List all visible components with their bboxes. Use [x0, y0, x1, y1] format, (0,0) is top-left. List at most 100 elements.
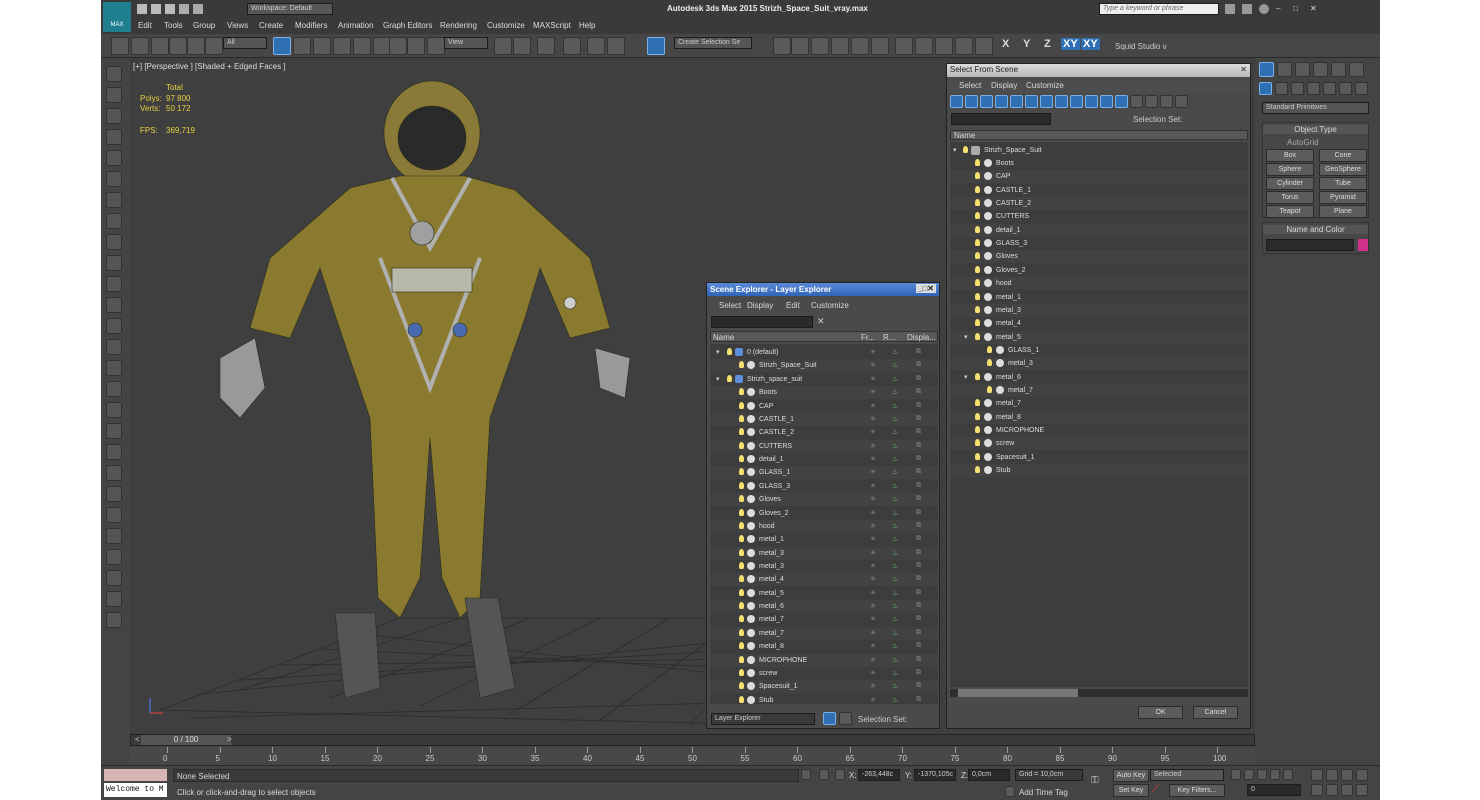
- visibility-bulb-icon[interactable]: [739, 414, 744, 422]
- visibility-bulb-icon[interactable]: [739, 695, 744, 703]
- object-row[interactable]: CASTLE_1 ✳ ♨ ⧉: [710, 412, 938, 426]
- toolbar-tool-6-icon[interactable]: [273, 37, 291, 55]
- display-toggle-icon[interactable]: ⧉: [916, 388, 921, 396]
- freeze-toggle-icon[interactable]: ✳: [870, 428, 876, 436]
- visibility-bulb-icon[interactable]: [975, 305, 980, 313]
- key-filters-button[interactable]: Key Filters...: [1169, 784, 1225, 797]
- render-toggle-icon[interactable]: ♨: [892, 428, 898, 436]
- toolbar-tool-17-icon[interactable]: [537, 37, 555, 55]
- menu-group[interactable]: Group: [193, 21, 215, 30]
- primitive-plane-button[interactable]: Plane: [1319, 205, 1367, 218]
- time-slider-thumb[interactable]: 0 / 100: [141, 735, 231, 745]
- visibility-bulb-icon[interactable]: [975, 159, 980, 166]
- toolbar-tool-1-icon[interactable]: [131, 37, 149, 55]
- lock-selection-icon[interactable]: [819, 769, 829, 780]
- freeze-toggle-icon[interactable]: ✳: [870, 615, 876, 623]
- menu-customize[interactable]: Customize: [487, 21, 525, 30]
- set-key-icon[interactable]: ⟋: [1152, 784, 1159, 795]
- freeze-toggle-icon[interactable]: ✳: [870, 482, 876, 490]
- layer-row[interactable]: ▾ 0 (default) ✳ ♨ ⧉: [710, 346, 938, 359]
- select-tree-row[interactable]: CASTLE_2: [950, 197, 1248, 211]
- visibility-bulb-icon[interactable]: [963, 146, 968, 153]
- scene-tool-23-icon[interactable]: [106, 549, 122, 565]
- toolbar-tool-8-icon[interactable]: [313, 37, 331, 55]
- menu-rendering[interactable]: Rendering: [440, 21, 477, 30]
- toolbar-tool-16-icon[interactable]: [513, 37, 531, 55]
- name-color-title[interactable]: Name and Color: [1263, 225, 1368, 234]
- current-frame-field[interactable]: 0: [1247, 784, 1301, 796]
- isolate-icon[interactable]: [801, 769, 811, 780]
- render-toggle-icon[interactable]: ♨: [892, 629, 898, 637]
- visibility-bulb-icon[interactable]: [727, 374, 732, 382]
- scene-menu-display[interactable]: Display: [747, 301, 773, 310]
- freeze-toggle-icon[interactable]: ✳: [870, 455, 876, 463]
- scene-tool-1-icon[interactable]: [106, 87, 122, 103]
- nav-tool-4-icon[interactable]: [1311, 784, 1323, 796]
- binoculars-icon[interactable]: [1225, 4, 1235, 14]
- display-toggle-icon[interactable]: ⧉: [916, 602, 921, 610]
- toolbar-tool-23-icon[interactable]: [791, 37, 809, 55]
- visibility-bulb-icon[interactable]: [975, 212, 980, 220]
- close-icon[interactable]: ✕: [1240, 65, 1247, 74]
- scene-tool-26-icon[interactable]: [106, 612, 122, 628]
- freeze-toggle-icon[interactable]: ✳: [870, 415, 876, 423]
- display-toggle-icon[interactable]: ⧉: [916, 615, 921, 623]
- visibility-bulb-icon[interactable]: [975, 279, 980, 287]
- object-row[interactable]: metal_7 ✳ ♨ ⧉: [710, 613, 938, 627]
- column-header-name[interactable]: Name: [713, 333, 734, 342]
- scene-tool-18-icon[interactable]: [106, 444, 122, 460]
- expand-icon[interactable]: ▾: [964, 373, 968, 381]
- select-tree-row[interactable]: Gloves: [950, 250, 1248, 264]
- select-filter-1-icon[interactable]: [965, 95, 978, 108]
- cancel-button[interactable]: Cancel: [1193, 706, 1238, 719]
- object-row[interactable]: hood ✳ ♨ ⧉: [710, 519, 938, 533]
- visibility-bulb-icon[interactable]: [975, 185, 980, 193]
- select-filter-14-icon[interactable]: [1160, 95, 1173, 108]
- visibility-bulb-icon[interactable]: [975, 225, 980, 233]
- menu-tools[interactable]: Tools: [164, 21, 183, 30]
- object-row[interactable]: CASTLE_2 ✳ ♨ ⧉: [710, 426, 938, 440]
- create-category-2-icon[interactable]: [1291, 82, 1304, 95]
- display-toggle-icon[interactable]: ⧉: [916, 589, 921, 597]
- render-toggle-icon[interactable]: ♨: [892, 549, 898, 557]
- select-tree-row[interactable]: screw: [950, 437, 1248, 451]
- display-toggle-icon[interactable]: ⧉: [916, 428, 921, 436]
- display-toggle-icon[interactable]: ⧉: [916, 696, 921, 704]
- select-filter-4-icon[interactable]: [1010, 95, 1023, 108]
- visibility-bulb-icon[interactable]: [739, 495, 744, 503]
- star-icon[interactable]: [1242, 4, 1252, 14]
- display-toggle-icon[interactable]: ⧉: [916, 522, 921, 530]
- render-toggle-icon[interactable]: ♨: [892, 656, 898, 664]
- freeze-toggle-icon[interactable]: ✳: [870, 575, 876, 583]
- object-row[interactable]: MICROPHONE ✳ ♨ ⧉: [710, 653, 938, 667]
- object-row[interactable]: metal_5 ✳ ♨ ⧉: [710, 586, 938, 600]
- scene-menu-edit[interactable]: Edit: [786, 301, 800, 310]
- axis-constraint-y[interactable]: Y: [1021, 38, 1032, 50]
- visibility-bulb-icon[interactable]: [975, 452, 980, 460]
- nav-tool-1-icon[interactable]: [1326, 769, 1338, 781]
- toolbar-tool-2-icon[interactable]: [151, 37, 169, 55]
- visibility-bulb-icon[interactable]: [975, 332, 980, 340]
- visibility-bulb-icon[interactable]: [739, 655, 744, 663]
- toolbar-tool-14-icon[interactable]: [427, 37, 445, 55]
- create-category-1-icon[interactable]: [1275, 82, 1288, 95]
- scene-tool-15-icon[interactable]: [106, 381, 122, 397]
- minimize-icon[interactable]: –: [1276, 4, 1286, 14]
- render-toggle-icon[interactable]: ♨: [892, 455, 898, 463]
- visibility-bulb-icon[interactable]: [975, 399, 980, 407]
- select-tree-row[interactable]: CUTTERS: [950, 210, 1248, 224]
- select-filter-9-icon[interactable]: [1085, 95, 1098, 108]
- scene-tool-24-icon[interactable]: [106, 570, 122, 586]
- x-coord-field[interactable]: -263,448c: [858, 769, 900, 781]
- freeze-toggle-icon[interactable]: ✳: [870, 696, 876, 704]
- visibility-bulb-icon[interactable]: [739, 508, 744, 516]
- visibility-bulb-icon[interactable]: [739, 682, 744, 690]
- autogrid-checkbox[interactable]: AutoGrid: [1287, 138, 1319, 147]
- select-filter-2-icon[interactable]: [980, 95, 993, 108]
- command-tab-create-icon[interactable]: [1259, 62, 1274, 77]
- render-toggle-icon[interactable]: ♨: [892, 575, 898, 583]
- display-toggle-icon[interactable]: ⧉: [916, 495, 921, 503]
- menu-maxscript[interactable]: MAXScript: [533, 21, 571, 30]
- select-filter-0-icon[interactable]: [950, 95, 963, 108]
- visibility-bulb-icon[interactable]: [739, 588, 744, 596]
